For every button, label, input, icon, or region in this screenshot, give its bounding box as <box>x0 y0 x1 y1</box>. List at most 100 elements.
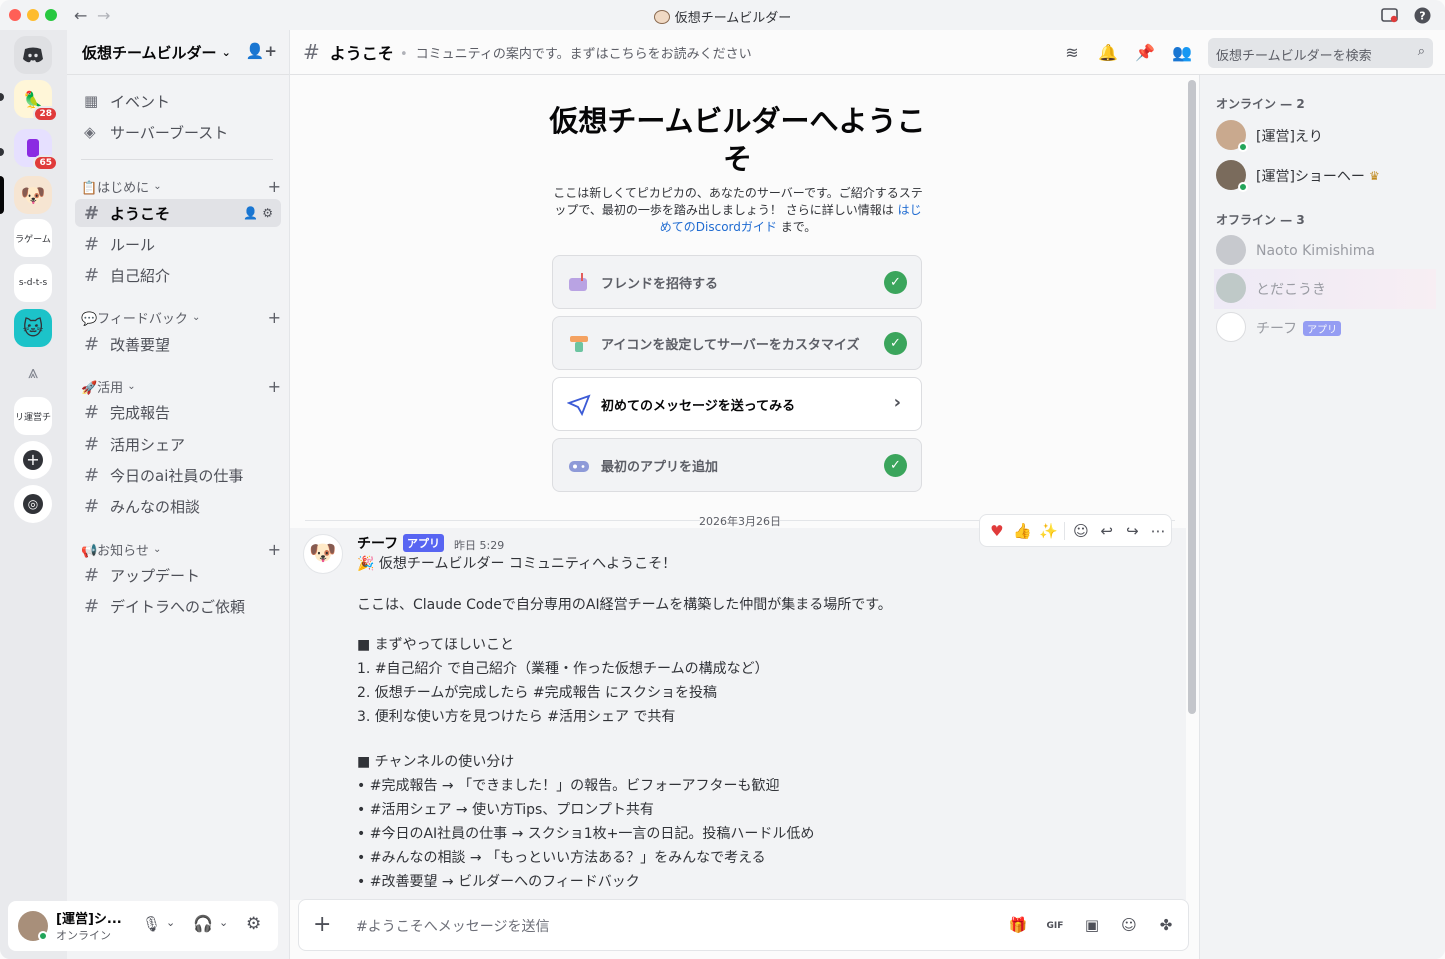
channel-header: # ようこそ • コミュニティの案内です。まずはこちらをお読みください ≋ 🔔 📌 … <box>290 30 1445 75</box>
member-item[interactable]: とだこうき <box>1214 269 1436 309</box>
member-item[interactable]: チーフ アプリ <box>1214 308 1436 348</box>
category-katsuyou[interactable]: 🚀活用 ⌄ + <box>81 377 281 396</box>
channel-completed[interactable]: # 完成報告 <box>75 398 281 426</box>
server-icon-game[interactable]: ラゲーム <box>14 219 52 257</box>
message-line: 3. 便利な使い方を見つけたら #活用シェア で共有 <box>357 709 676 725</box>
customize-server-card[interactable]: アイコンを設定してサーバーをカスタマイズ ✓ <box>552 316 922 370</box>
card-label: 初めてのメッセージを送ってみる <box>601 398 796 414</box>
message-line: ■ チャンネルの使い分け <box>357 754 515 770</box>
reply-icon[interactable]: ↩ <box>1094 518 1120 544</box>
category-news[interactable]: 📢お知らせ ⌄ + <box>81 540 281 559</box>
message-input-placeholder[interactable]: #ようこそへメッセージを送信 <box>356 916 549 936</box>
channel-intro[interactable]: # 自己紹介 <box>75 261 281 289</box>
server-icon-a[interactable]: ⩓ <box>14 353 52 391</box>
server-icon-cat[interactable]: 🐱 <box>14 309 52 347</box>
message-avatar[interactable]: 🐶 <box>303 534 343 574</box>
message-line: 1. #自己紹介 で自己紹介（業種・作った仮想チームの構成など） <box>357 661 769 677</box>
member-list-icon[interactable]: 👥 <box>1172 43 1192 63</box>
add-channel-icon[interactable]: + <box>268 377 281 396</box>
chevron-down-icon: ⌄ <box>221 45 231 59</box>
message-line: • #活用シェア → 使い方Tips、プロンプト共有 <box>357 802 654 818</box>
scrollbar[interactable] <box>1188 80 1196 714</box>
server-icon-ops[interactable]: リ運営チ <box>14 397 52 435</box>
channel-today[interactable]: # 今日のai社員の仕事 <box>75 461 281 489</box>
more-options-icon[interactable]: ⋯ <box>1145 518 1171 544</box>
avatar <box>1216 273 1246 303</box>
discord-logo-icon <box>23 47 43 63</box>
settings-gear-icon[interactable]: ⚙ <box>246 914 261 934</box>
hash-icon: # <box>84 464 100 486</box>
member-item[interactable]: [運営]ショーヘー ♛ <box>1214 156 1436 196</box>
invite-friends-card[interactable]: フレンドを招待する ✓ <box>552 255 922 309</box>
paint-icon <box>570 336 588 352</box>
category-hajimeni[interactable]: 📋はじめに ⌄ + <box>81 177 281 196</box>
heart-reaction-icon[interactable]: ♥ <box>984 518 1010 544</box>
add-app-card[interactable]: 最初のアプリを追加 ✓ <box>552 438 922 492</box>
category-feedback[interactable]: 💬フィードバック ⌄ + <box>81 308 281 327</box>
invite-people-icon[interactable]: 👤+ <box>246 42 277 60</box>
message-composer[interactable]: + #ようこそへメッセージを送信 🎁 GIF ▣ ☺ ✤ <box>298 899 1189 951</box>
server-header[interactable]: 仮想チームビルダー ⌄ 👤+ <box>67 30 289 75</box>
message-line: • #みんなの相談 → 「もっといい方法ある？」をみんなで考える <box>357 850 766 866</box>
channel-topic[interactable]: • コミュニティの案内です。まずはこちらをお読みください <box>400 43 752 62</box>
server-logo-icon <box>653 10 670 24</box>
server-icon-1[interactable]: 🦜 28 <box>14 80 58 122</box>
window-title: 仮想チームビルダー <box>0 7 1445 26</box>
channel-rules[interactable]: # ルール <box>75 230 281 258</box>
online-status-icon <box>38 931 48 941</box>
channel-share[interactable]: # 活用シェア <box>75 430 281 458</box>
member-item[interactable]: [運営]えり <box>1214 116 1436 156</box>
chevron-down-icon[interactable]: ⌄ <box>219 916 228 929</box>
threads-icon[interactable]: ≋ <box>1062 43 1082 63</box>
chevron-down-icon[interactable]: ⌄ <box>166 916 175 929</box>
channel-label: 改善要望 <box>110 335 171 354</box>
server-boost-item[interactable]: ◈ サーバーブースト <box>75 118 281 146</box>
add-channel-icon[interactable]: + <box>268 308 281 327</box>
server-icon-2[interactable]: 65 <box>14 129 58 171</box>
add-reaction-icon[interactable]: ☺ <box>1068 518 1094 544</box>
events-item[interactable]: ▦ イベント <box>75 87 281 115</box>
send-first-message-card[interactable]: 初めてのメッセージを送ってみる › <box>552 377 922 431</box>
channel-requests[interactable]: # 改善要望 <box>75 330 281 358</box>
server-icon-vteam[interactable]: 🐶 <box>14 176 52 214</box>
message-line: 2. 仮想チームが完成したら #完成報告 にスクショを投稿 <box>357 685 718 701</box>
channel-request-daytra[interactable]: # デイトラへのご依頼 <box>75 592 281 620</box>
channel-updates[interactable]: # アップデート <box>75 561 281 589</box>
add-server-button[interactable]: + <box>14 441 52 479</box>
headphones-icon[interactable]: 🎧 <box>193 914 213 933</box>
discord-home-button[interactable] <box>14 36 52 74</box>
channel-consult[interactable]: # みんなの相談 <box>75 492 281 520</box>
microphone-icon[interactable]: 🎙 <box>142 915 161 933</box>
member-name: [運営]ショーヘー <box>1256 169 1365 185</box>
username[interactable]: [運営]シ... <box>56 908 122 927</box>
sticker-icon[interactable]: ▣ <box>1082 916 1102 936</box>
channel-youkoso[interactable]: # ようこそ 👤 ⚙ <box>75 199 281 227</box>
member-item[interactable]: Naoto Kimishima <box>1214 231 1436 271</box>
bell-icon[interactable]: 🔔 <box>1098 43 1118 63</box>
gift-icon[interactable]: 🎁 <box>1008 916 1028 936</box>
invite-icon[interactable]: 👤 <box>243 206 258 220</box>
channel-label: ようこそ <box>110 204 171 223</box>
add-channel-icon[interactable]: + <box>268 540 281 559</box>
search-input[interactable]: 仮想チームビルダーを検索 ⌕ <box>1208 38 1433 68</box>
forward-icon[interactable]: ↪ <box>1120 518 1146 544</box>
thumbs-up-reaction-icon[interactable]: 👍 <box>1010 518 1036 544</box>
channel-title: # ようこそ <box>303 40 394 64</box>
attach-plus-icon[interactable]: + <box>313 912 331 937</box>
user-panel: [運営]シ... オンライン 🎙 ⌄ 🎧 ⌄ ⚙ <box>8 901 278 951</box>
add-channel-icon[interactable]: + <box>268 177 281 196</box>
chevron-down-icon: ⌄ <box>152 544 162 555</box>
pin-icon[interactable]: 📌 <box>1135 43 1155 63</box>
inbox-icon[interactable] <box>1381 7 1398 24</box>
message-author[interactable]: チーフ <box>357 533 398 553</box>
server-icon-sdts[interactable]: s-d-t-s <box>14 264 52 302</box>
emoji-icon[interactable]: ☺ <box>1119 916 1139 936</box>
discover-button[interactable]: ◎ <box>14 485 52 523</box>
gif-icon[interactable]: GIF <box>1045 916 1065 936</box>
gear-icon[interactable]: ⚙ <box>262 206 273 220</box>
hash-icon: # <box>84 333 100 355</box>
help-icon[interactable]: ? <box>1414 7 1431 24</box>
hash-icon: # <box>84 564 100 586</box>
apps-icon[interactable]: ✤ <box>1156 916 1176 936</box>
sparkles-reaction-icon[interactable]: ✨ <box>1035 518 1061 544</box>
